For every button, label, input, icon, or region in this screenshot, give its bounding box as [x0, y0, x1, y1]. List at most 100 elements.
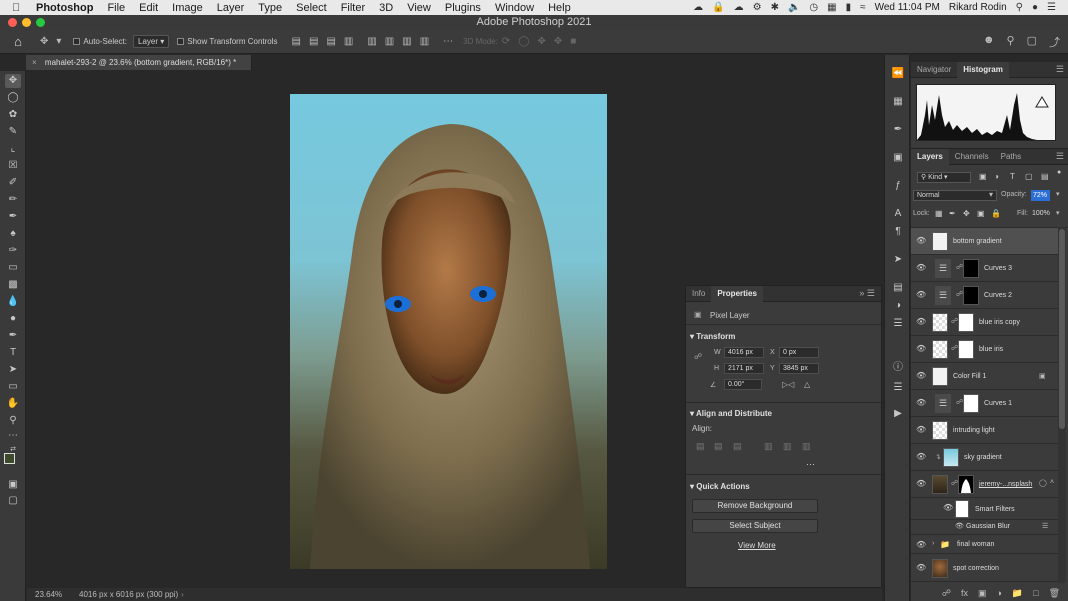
visibility-eye-icon[interactable]: 👁: [916, 344, 926, 353]
smart-filters-row[interactable]: 👁 Smart Filters: [911, 498, 1058, 520]
layer-mask-thumbnail[interactable]: [963, 286, 979, 305]
filter-pixel-icon[interactable]: ▣: [979, 172, 987, 181]
layer-thumbnail[interactable]: [932, 559, 948, 578]
layer-thumbnail[interactable]: [943, 448, 959, 467]
menu-type[interactable]: Type: [258, 2, 282, 14]
layer-row[interactable]: 👁 ☰ ☍ Curves 1: [911, 390, 1058, 417]
curves-adjustment-icon[interactable]: ☰: [935, 286, 951, 305]
rectangle-tool-icon[interactable]: ▭: [5, 380, 21, 394]
foreground-color-swatch[interactable]: [4, 453, 15, 464]
character-icon[interactable]: A: [890, 207, 906, 221]
layers-scrollbar[interactable]: [1058, 227, 1066, 583]
distribute-icon[interactable]: ▥: [367, 36, 376, 47]
distribute-middle-icon[interactable]: ▥: [385, 36, 394, 47]
user-name[interactable]: Rikard Rodin: [949, 2, 1007, 13]
close-window-icon[interactable]: [8, 18, 17, 27]
history-icon[interactable]: ⏪: [890, 67, 906, 81]
libraries-icon[interactable]: ▤: [890, 281, 906, 295]
more-tools-icon[interactable]: ⋯: [5, 429, 21, 443]
visibility-eye-icon[interactable]: 👁: [916, 425, 926, 434]
filter-smart-object-icon[interactable]: ▤: [1041, 172, 1049, 181]
layer-name[interactable]: sky gradient: [964, 454, 1002, 461]
lock-artboard-icon[interactable]: ▣: [977, 209, 985, 218]
info-icon[interactable]: ⓘ: [890, 361, 906, 375]
chevron-right-icon[interactable]: ›: [181, 588, 184, 601]
blur-tool-icon[interactable]: 💧: [5, 295, 21, 309]
fill-chevron-icon[interactable]: ▾: [1056, 209, 1060, 217]
actions-icon[interactable]: ƒ: [890, 179, 906, 193]
curves-adjustment-icon[interactable]: ☰: [935, 394, 951, 413]
align-right-edges-icon[interactable]: ▤: [733, 441, 742, 452]
chevron-right-icon[interactable]: ›: [932, 540, 934, 547]
home-icon[interactable]: ⌂: [0, 34, 36, 49]
smart-filter-icon[interactable]: ◯: [1039, 479, 1047, 487]
panel-menu-icon[interactable]: ☰: [1056, 151, 1064, 162]
lock-all-icon[interactable]: 🔒: [991, 209, 1001, 218]
opacity-chevron-icon[interactable]: ▾: [1056, 190, 1060, 198]
collapse-icon[interactable]: » ☰: [859, 288, 875, 299]
visibility-eye-icon[interactable]: 👁: [916, 398, 926, 407]
align-bottom-edges-icon[interactable]: ▥: [802, 441, 811, 452]
filter-type-icon[interactable]: T: [1010, 172, 1015, 181]
pen-tool-icon[interactable]: ✒: [5, 329, 21, 343]
wifi-icon[interactable]: ≈: [860, 2, 866, 13]
layer-mask-thumbnail[interactable]: [963, 394, 979, 413]
align-top-edges-icon[interactable]: ▥: [764, 441, 773, 452]
type-tool-icon[interactable]: T: [5, 346, 21, 360]
tab-histogram[interactable]: Histogram: [957, 61, 1009, 78]
3d-drag-icon[interactable]: ✥: [537, 36, 545, 47]
lock-image-icon[interactable]: ✒: [949, 209, 956, 218]
filter-adjustment-icon[interactable]: ◑: [994, 172, 999, 181]
3d-rotate-icon[interactable]: ⟳: [502, 36, 510, 47]
tab-channels[interactable]: Channels: [949, 149, 995, 165]
layer-name[interactable]: intruding light: [953, 427, 995, 434]
more-align-icon[interactable]: ⋯: [806, 459, 815, 470]
document-image[interactable]: [290, 94, 607, 569]
fx-icon[interactable]: fx: [961, 588, 968, 598]
layer-mask-thumbnail[interactable]: [963, 259, 979, 278]
history-brush-tool-icon[interactable]: ✑: [5, 244, 21, 258]
share-icon[interactable]: ⤴: [1049, 34, 1060, 50]
menu-3d[interactable]: 3D: [379, 2, 393, 14]
width-field[interactable]: 4016 px: [724, 347, 764, 358]
document-tab[interactable]: × mahalet-293-2 @ 23.6% (bottom gradient…: [26, 55, 252, 70]
lock-position-icon[interactable]: ✥: [963, 209, 970, 218]
lock-icon[interactable]: 🔒: [712, 2, 724, 13]
adjustments-icon[interactable]: ☰: [890, 317, 906, 331]
scrollbar-thumb[interactable]: [1059, 229, 1065, 429]
align-vertical-centers-icon[interactable]: ▥: [783, 441, 792, 452]
menu-layer[interactable]: Layer: [217, 2, 245, 14]
crop-tool-icon[interactable]: ⌞: [5, 142, 21, 156]
tab-info[interactable]: Info: [686, 286, 711, 302]
flip-horizontal-icon[interactable]: ▷◁: [782, 380, 794, 389]
blend-chevron-icon[interactable]: ▾: [989, 190, 993, 199]
glyphs-icon[interactable]: ➤: [890, 253, 906, 267]
layer-thumbnail[interactable]: [932, 340, 948, 359]
view-more-link[interactable]: View More: [738, 541, 776, 550]
quick-mask-icon[interactable]: ▣: [5, 478, 21, 492]
visibility-eye-icon[interactable]: 👁: [916, 452, 926, 461]
visibility-eye-icon[interactable]: 👁: [943, 503, 953, 512]
link-icon[interactable]: ☍: [694, 352, 702, 361]
bluetooth-icon[interactable]: ✱: [771, 2, 779, 13]
align-left-edges-icon[interactable]: ▤: [696, 441, 705, 452]
visibility-eye-icon[interactable]: 👁: [916, 263, 926, 272]
zoom-window-icon[interactable]: [36, 18, 45, 27]
menu-filter[interactable]: Filter: [341, 2, 365, 14]
tab-navigator[interactable]: Navigator: [911, 62, 957, 78]
menu-window[interactable]: Window: [495, 2, 534, 14]
layer-name[interactable]: Color Fill 1: [953, 373, 986, 380]
link-layers-icon[interactable]: ☍: [942, 588, 951, 599]
app-menu[interactable]: Photoshop: [36, 2, 93, 14]
group-name[interactable]: final woman: [957, 541, 994, 548]
frame-tool-icon[interactable]: ☒: [5, 159, 21, 173]
auto-select-checkbox[interactable]: [73, 38, 81, 45]
lock-transparent-icon[interactable]: ▦: [935, 209, 943, 218]
blend-mode-dropdown[interactable]: Normal: [913, 190, 997, 201]
eraser-tool-icon[interactable]: ▭: [5, 261, 21, 275]
swatches-grid-icon[interactable]: ▦: [890, 95, 906, 109]
layer-name[interactable]: Curves 2: [984, 292, 1012, 299]
color-icon[interactable]: ◑: [890, 299, 906, 313]
brush-tool-icon[interactable]: ✒: [5, 210, 21, 224]
layer-thumbnail[interactable]: [932, 421, 948, 440]
